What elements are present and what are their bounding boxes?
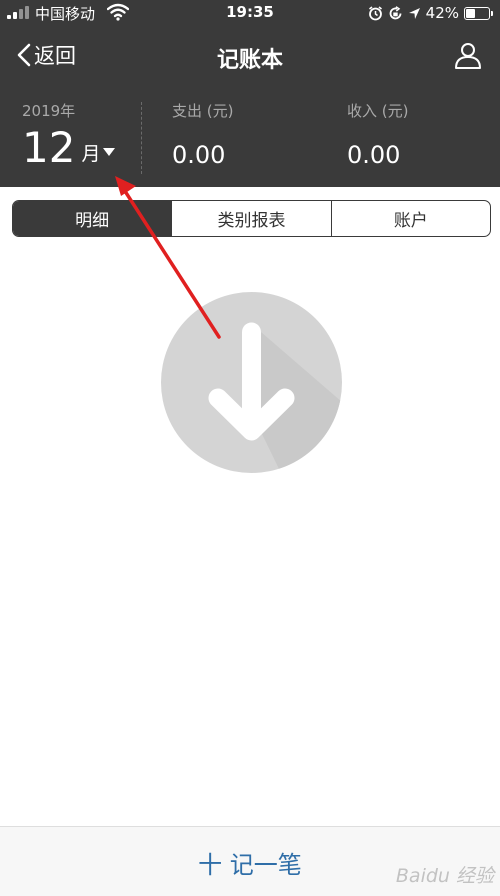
nav-bar: 返回 记账本 [0, 32, 500, 80]
bottom-bar: 十 记一笔 Baidu 经验 [0, 826, 500, 896]
income-value: 0.00 [347, 141, 401, 169]
income-label: 收入 (元) [347, 102, 409, 120]
month-unit: 月 [81, 143, 101, 165]
caret-down-icon [103, 148, 116, 156]
user-icon[interactable] [454, 41, 482, 69]
status-bar: 中国移动 19:35 42% [0, 0, 500, 26]
summary-panel: 2019年 12 月 支出 (元) 0.00 收入 (元) 0.00 [0, 94, 500, 184]
header: 中国移动 19:35 42% 返回 记账本 2019年 12 月 支出 (元) … [0, 0, 500, 187]
tab-category-report[interactable]: 类别报表 [171, 201, 330, 236]
status-right-group: 42% [368, 3, 493, 23]
watermark: Baidu 经验 [395, 865, 494, 887]
year-label: 2019年 [22, 102, 76, 120]
battery-percent: 42% [425, 4, 459, 22]
tab-accounts[interactable]: 账户 [330, 201, 490, 236]
month-picker[interactable]: 12 月 [22, 123, 116, 172]
expense-value: 0.00 [172, 141, 226, 169]
segmented-tabs: 明细 类别报表 账户 [12, 200, 491, 237]
expense-label: 支出 (元) [172, 102, 234, 120]
battery-icon [464, 6, 493, 20]
location-icon [408, 7, 420, 19]
month-number: 12 [22, 123, 76, 172]
rotation-lock-icon [389, 5, 402, 19]
income-stat: 收入 (元) 0.00 [347, 100, 408, 169]
page-title: 记账本 [216, 48, 283, 73]
expense-stat: 支出 (元) 0.00 [172, 100, 233, 169]
alarm-icon [368, 5, 382, 20]
download-arrow-icon [161, 292, 342, 473]
summary-divider [141, 102, 142, 174]
tab-details[interactable]: 明细 [13, 201, 172, 236]
